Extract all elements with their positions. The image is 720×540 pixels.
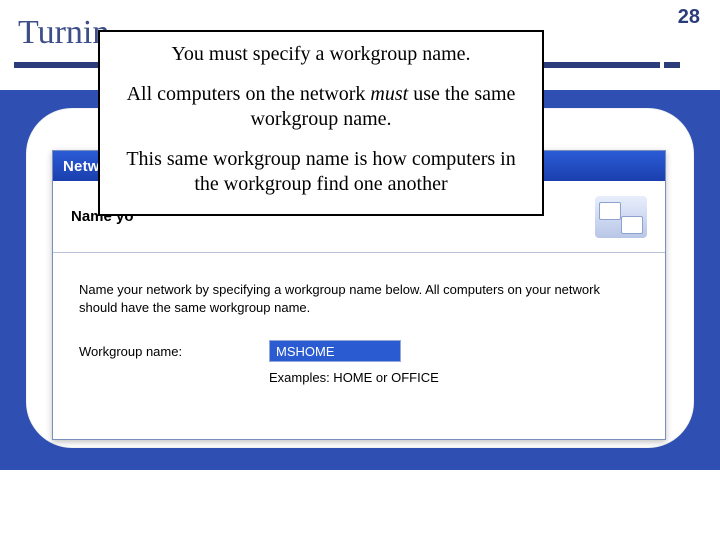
callout-line-3: This same workgroup name is how computer… — [114, 147, 528, 198]
callout-line-2: All computers on the network must use th… — [114, 82, 528, 133]
wizard-instruction: Name your network by specifying a workgr… — [79, 281, 639, 316]
slide-title: Turnin — [18, 14, 109, 52]
emphasis: must — [370, 83, 408, 105]
workgroup-examples: Examples: HOME or OFFICE — [269, 370, 639, 385]
callout-box: You must specify a workgroup name. All c… — [98, 30, 544, 216]
workgroup-label: Workgroup name: — [79, 344, 269, 359]
workgroup-input[interactable] — [269, 340, 401, 362]
callout-line-1: You must specify a workgroup name. — [114, 42, 528, 68]
text: All computers on the network — [127, 83, 371, 105]
network-computers-icon — [595, 196, 647, 238]
wizard-body: Name your network by specifying a workgr… — [53, 253, 665, 395]
slide-number: 28 — [678, 6, 700, 29]
divider — [664, 62, 680, 68]
